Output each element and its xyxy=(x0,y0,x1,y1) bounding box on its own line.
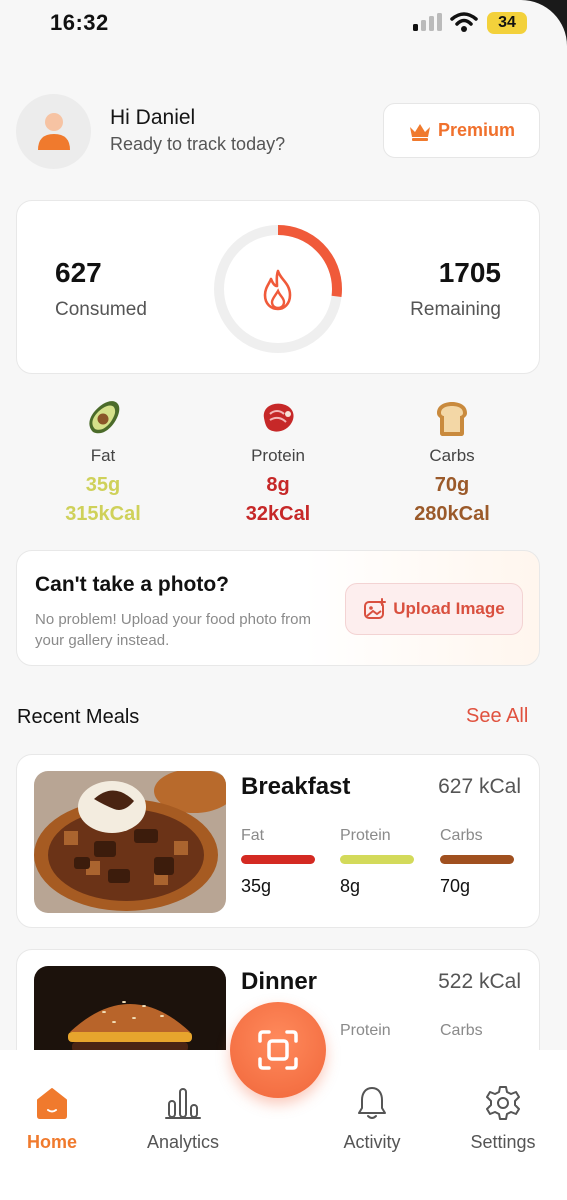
bell-icon xyxy=(358,1087,386,1119)
consumed-label: Consumed xyxy=(55,299,147,320)
upload-image-button[interactable]: Upload Image xyxy=(345,583,523,635)
bread-icon xyxy=(437,402,467,436)
nav-activity-label: Activity xyxy=(343,1132,401,1152)
meal-macro-protein: Protein xyxy=(340,1022,420,1040)
upload-photo-card: Can't take a photo? No problem! Upload y… xyxy=(16,550,540,666)
meal-macro-fat: Fat 35g xyxy=(241,827,321,897)
nav-settings[interactable]: Settings xyxy=(448,1084,558,1153)
avocado-icon xyxy=(89,401,120,434)
meal-macro-label: Fat xyxy=(241,827,265,844)
macro-protein-grams: 8g xyxy=(266,474,290,496)
calories-card: 627 Consumed 1705 Remaining xyxy=(16,200,540,374)
consumed-value: 627 xyxy=(55,257,102,288)
status-bar: 16:32 34 xyxy=(0,0,567,50)
macro-fat-grams: 35g xyxy=(85,474,121,496)
calorie-ring xyxy=(214,225,342,353)
macro-fat: Fat 35g 315kCal xyxy=(33,398,173,526)
battery-indicator: 34 xyxy=(487,12,527,34)
home-icon xyxy=(37,1088,67,1119)
remaining-label: Remaining xyxy=(410,299,501,320)
meal-macro-label: Protein xyxy=(340,827,391,844)
recent-meals-title: Recent Meals xyxy=(17,706,140,728)
nav-activity[interactable]: Activity xyxy=(317,1084,427,1153)
meal-card-breakfast[interactable]: Breakfast 627 kCal Fat 35g Protein 8g Ca… xyxy=(16,754,540,928)
premium-button[interactable]: Premium xyxy=(383,103,540,158)
see-all-link[interactable]: See All xyxy=(466,705,528,728)
upload-card-title: Can't take a photo? xyxy=(35,573,230,596)
nav-home[interactable]: Home xyxy=(0,1084,107,1153)
flame-icon xyxy=(263,269,292,311)
nav-home-label: Home xyxy=(26,1132,77,1152)
remaining-value: 1705 xyxy=(438,257,501,288)
meal-macro-protein: Protein 8g xyxy=(340,827,420,897)
image-upload-icon xyxy=(364,598,387,619)
macro-fat-kcal: 315kCal xyxy=(65,503,141,525)
meal-macro-carbs: Carbs 70g xyxy=(440,827,520,897)
greeting-subtitle: Ready to track today? xyxy=(110,134,286,154)
meal-macro-label: Carbs xyxy=(440,1022,483,1039)
nav-settings-label: Settings xyxy=(470,1132,536,1152)
macro-carbs: Carbs 70g 280kCal xyxy=(382,398,522,526)
crown-icon xyxy=(409,123,430,141)
macro-carbs-kcal: 280kCal xyxy=(414,503,490,525)
avatar[interactable] xyxy=(16,94,91,169)
macro-protein-name: Protein xyxy=(251,446,305,465)
upload-card-description: No problem! Upload your food photo from … xyxy=(35,611,311,649)
meal-macro-value: 70g xyxy=(440,876,471,896)
nav-analytics-label: Analytics xyxy=(146,1132,220,1152)
macro-protein-kcal: 32kCal xyxy=(245,503,311,525)
app-screen: 16:32 34 Hi Daniel Ready to track today?… xyxy=(0,0,567,1200)
greeting: Hi Daniel xyxy=(110,106,196,129)
meal-macro-bar xyxy=(340,855,414,864)
gear-icon xyxy=(486,1086,520,1120)
meal-macro-value: 35g xyxy=(241,876,272,896)
macro-carbs-grams: 70g xyxy=(434,474,470,496)
nav-analytics[interactable]: Analytics xyxy=(128,1084,238,1153)
meal-name: Dinner xyxy=(241,968,318,995)
macro-carbs-name: Carbs xyxy=(429,446,475,465)
meal-macro-label: Protein xyxy=(340,1022,391,1039)
meal-kcal: 627 kCal xyxy=(438,775,521,798)
signal-icon xyxy=(413,13,442,31)
meal-name: Breakfast xyxy=(241,773,351,800)
wifi-icon xyxy=(450,12,478,32)
macro-protein: Protein 8g 32kCal xyxy=(208,398,348,526)
steak-icon xyxy=(263,403,294,432)
waffle-image xyxy=(34,771,226,913)
status-time: 16:32 xyxy=(50,10,109,35)
premium-label: Premium xyxy=(437,120,516,140)
meal-macro-bar xyxy=(241,855,315,864)
user-icon xyxy=(38,113,70,150)
analytics-icon xyxy=(165,1088,201,1119)
meal-kcal: 522 kCal xyxy=(438,970,521,993)
upload-image-label: Upload Image xyxy=(393,599,505,618)
scan-icon xyxy=(258,1030,298,1070)
meal-macro-bar xyxy=(440,855,514,864)
meal-macro-carbs: Carbs xyxy=(440,1022,520,1040)
scan-food-button[interactable] xyxy=(230,1002,326,1098)
meal-macro-value: 8g xyxy=(340,876,361,896)
meal-macro-label: Carbs xyxy=(440,827,483,844)
macro-fat-name: Fat xyxy=(90,446,116,465)
